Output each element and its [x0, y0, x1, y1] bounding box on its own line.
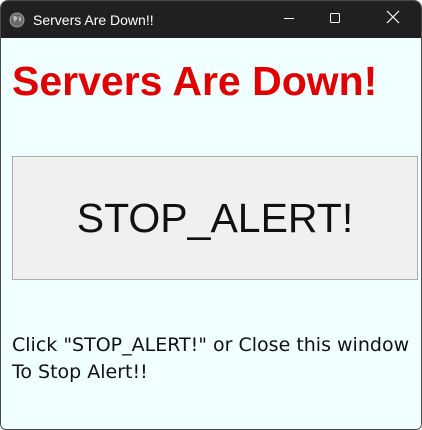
minimize-icon [283, 11, 295, 29]
alert-heading: Servers Are Down! [12, 58, 378, 104]
instructions-text: Click "STOP_ALERT!" or Close this window… [12, 332, 412, 386]
minimize-button[interactable] [266, 1, 312, 38]
instructions-line-1: Click "STOP_ALERT!" or Close this window [12, 334, 410, 356]
maximize-icon [329, 11, 341, 29]
close-button[interactable] [370, 1, 416, 38]
close-icon [386, 10, 400, 29]
window-content: Servers Are Down! STOP_ALERT! Click "STO… [1, 38, 421, 429]
alert-window: Servers Are Down!! Servers Are Down! STO… [0, 0, 422, 430]
instructions-line-2: To Stop Alert!! [12, 361, 148, 383]
globe-icon [9, 12, 25, 28]
stop-alert-button[interactable]: STOP_ALERT! [12, 156, 418, 280]
title-bar[interactable]: Servers Are Down!! [1, 1, 421, 38]
window-title: Servers Are Down!! [33, 12, 154, 28]
maximize-button[interactable] [312, 1, 358, 38]
